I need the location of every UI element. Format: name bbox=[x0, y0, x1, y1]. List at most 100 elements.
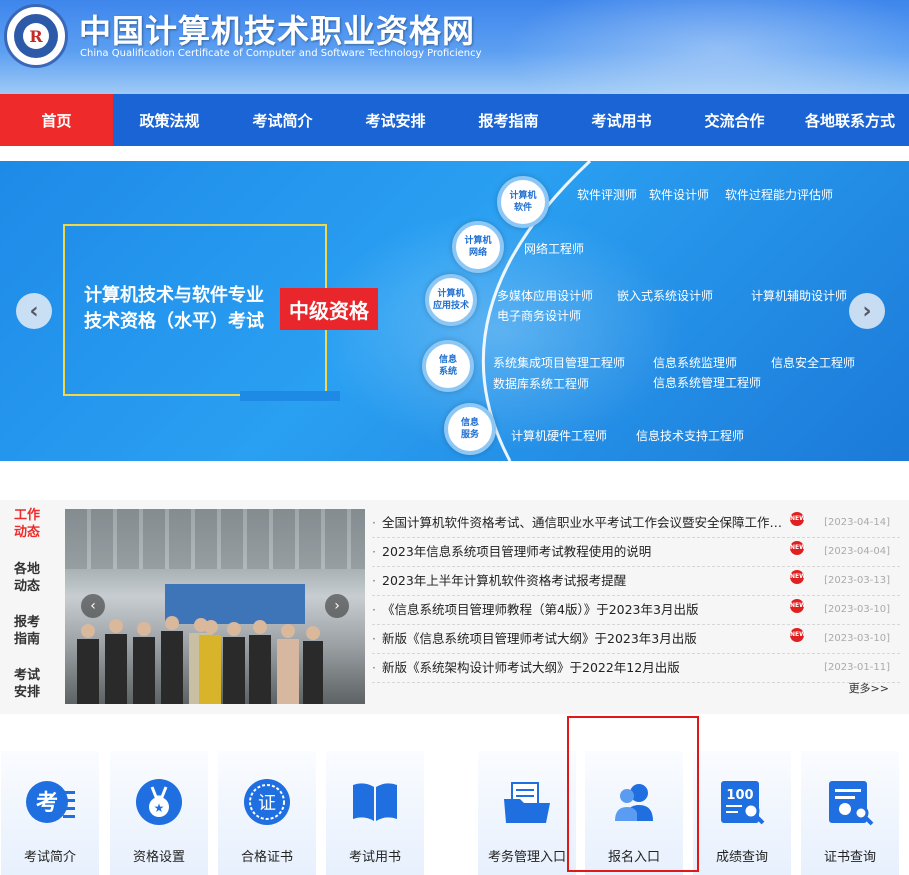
banner-headline: 计算机技术与软件专业 技术资格（水平）考试 bbox=[84, 283, 264, 335]
quick-certificate-query[interactable]: 证书查询 bbox=[801, 751, 899, 875]
node-label: 信息 bbox=[438, 355, 457, 365]
tab-label: 考试 bbox=[14, 668, 41, 683]
news-item[interactable]: · 《信息系统项目管理师教程（第4版）》于2023年3月出版 NEW [2023-03… bbox=[372, 596, 900, 625]
banner-prev-button[interactable]: ‹ bbox=[16, 293, 52, 329]
quick-score-query[interactable]: 100 成绩查询 bbox=[693, 751, 791, 875]
tab-work-news[interactable]: 工作 动态 bbox=[14, 507, 44, 541]
nav-item-exam-intro[interactable]: 考试简介 bbox=[226, 94, 339, 146]
new-badge-icon: NEW bbox=[790, 541, 806, 555]
certificate-search-icon bbox=[829, 781, 874, 826]
book-icon bbox=[353, 783, 397, 821]
job-link[interactable]: 信息系统监理师 bbox=[653, 354, 737, 371]
news-title[interactable]: 《信息系统项目管理师教程（第4版）》于2023年3月出版 bbox=[382, 596, 787, 624]
job-link[interactable]: 系统集成项目管理工程师 bbox=[493, 354, 625, 371]
job-link[interactable]: 软件过程能力评估师 bbox=[725, 186, 833, 203]
registration-highlight-box bbox=[567, 716, 699, 872]
site-logo[interactable]: R bbox=[4, 4, 68, 68]
quick-label: 考务管理入口 bbox=[487, 850, 566, 865]
tab-apply-guide[interactable]: 报考 指南 bbox=[14, 614, 44, 648]
bullet: · bbox=[372, 660, 376, 675]
bullet: · bbox=[372, 544, 376, 559]
news-date: [2023-03-10] bbox=[824, 604, 890, 615]
news-title[interactable]: 全国计算机软件资格考试、通信职业水平考试工作会议暨安全保障工作会在... bbox=[382, 509, 787, 537]
svg-text:考: 考 bbox=[36, 791, 58, 816]
site-subtitle: China Qualification Certificate of Compu… bbox=[80, 48, 482, 59]
photo-group-people bbox=[77, 616, 323, 704]
logo-letter: R bbox=[23, 23, 49, 49]
nav-item-apply-guide[interactable]: 报考指南 bbox=[452, 94, 565, 146]
photo-prev-button[interactable]: ‹ bbox=[81, 594, 105, 618]
main-nav: 首页 政策法规 考试简介 考试安排 报考指南 考试用书 交流合作 各地联系方式 bbox=[0, 94, 909, 146]
job-link[interactable]: 多媒体应用设计师 bbox=[497, 287, 593, 304]
nav-item-exam-schedule[interactable]: 考试安排 bbox=[339, 94, 452, 146]
job-link[interactable]: 信息技术支持工程师 bbox=[636, 427, 744, 444]
job-link[interactable]: 电子商务设计师 bbox=[497, 307, 581, 324]
quick-label: 考试简介 bbox=[23, 850, 76, 865]
job-link[interactable]: 嵌入式系统设计师 bbox=[617, 287, 713, 304]
banner-frame-gap bbox=[240, 391, 340, 401]
job-link[interactable]: 软件设计师 bbox=[649, 186, 709, 203]
nav-item-exam-books[interactable]: 考试用书 bbox=[565, 94, 678, 146]
tab-label: 报考 bbox=[14, 615, 41, 630]
job-link[interactable]: 数据库系统工程师 bbox=[493, 375, 589, 392]
photo-next-button[interactable]: › bbox=[325, 594, 349, 618]
nav-item-policy[interactable]: 政策法规 bbox=[113, 94, 226, 146]
node-label: 应用技术 bbox=[432, 301, 469, 311]
nav-item-cooperation[interactable]: 交流合作 bbox=[678, 94, 791, 146]
more-link[interactable]: 更多>> bbox=[849, 680, 889, 696]
node-label: 计算机 bbox=[464, 236, 492, 246]
news-date: [2023-04-14] bbox=[824, 517, 890, 528]
tab-label: 安排 bbox=[14, 685, 41, 700]
job-link[interactable]: 计算机辅助设计师 bbox=[751, 287, 847, 304]
nav-item-contacts[interactable]: 各地联系方式 bbox=[791, 94, 909, 146]
news-title[interactable]: 新版《系统架构设计师考试大纲》于2022年12月出版 bbox=[382, 654, 787, 682]
bullet: · bbox=[372, 631, 376, 646]
news-item[interactable]: · 2023年上半年计算机软件资格考试报考提醒 NEW [2023-03-13] bbox=[372, 567, 900, 596]
node-information-service[interactable]: 信息 服务 bbox=[444, 403, 496, 455]
news-section: 工作 动态 各地 动态 报考 指南 考试 安排 ‹ › · 全国计算机软件资格考… bbox=[0, 500, 909, 714]
quick-qualification[interactable]: ★ 资格设置 bbox=[110, 751, 208, 875]
node-computer-application[interactable]: 计算机 应用技术 bbox=[425, 274, 477, 326]
tab-exam-schedule[interactable]: 考试 安排 bbox=[14, 667, 44, 701]
bullet: · bbox=[372, 602, 376, 617]
news-item[interactable]: · 2023年信息系统项目管理师考试教程使用的说明 NEW [2023-04-04] bbox=[372, 538, 900, 567]
news-item[interactable]: · 全国计算机软件资格考试、通信职业水平考试工作会议暨安全保障工作会在... NEW… bbox=[372, 509, 900, 538]
job-link[interactable]: 计算机硬件工程师 bbox=[511, 427, 607, 444]
site-header: R 中国计算机技术职业资格网 China Qualification Certi… bbox=[0, 0, 909, 94]
job-link[interactable]: 信息系统管理工程师 bbox=[653, 374, 761, 391]
node-information-system[interactable]: 信息 系统 bbox=[422, 340, 474, 392]
new-badge-icon: NEW bbox=[790, 570, 806, 584]
quick-exam-admin[interactable]: 考务管理入口 bbox=[478, 751, 576, 875]
news-title[interactable]: 新版《信息系统项目管理师考试大纲》于2023年3月出版 bbox=[382, 625, 787, 653]
node-label: 网络 bbox=[468, 248, 487, 258]
quick-exam-intro[interactable]: 考 考试简介 bbox=[1, 751, 99, 875]
news-title[interactable]: 2023年信息系统项目管理师考试教程使用的说明 bbox=[382, 538, 787, 566]
bullet: · bbox=[372, 515, 376, 530]
job-link[interactable]: 信息安全工程师 bbox=[771, 354, 855, 371]
node-computer-software[interactable]: 计算机 软件 bbox=[497, 176, 549, 228]
bullet: · bbox=[372, 573, 376, 588]
quick-certificate[interactable]: 证 合格证书 bbox=[218, 751, 316, 875]
news-item[interactable]: · 新版《信息系统项目管理师考试大纲》于2023年3月出版 NEW [2023-03-… bbox=[372, 625, 900, 654]
exam-intro-icon: 考 bbox=[26, 781, 75, 823]
node-label: 计算机 bbox=[509, 191, 537, 201]
quick-label: 合格证书 bbox=[240, 850, 293, 865]
job-link[interactable]: 网络工程师 bbox=[524, 240, 584, 257]
quick-label: 考试用书 bbox=[348, 850, 401, 865]
news-item[interactable]: · 新版《系统架构设计师考试大纲》于2022年12月出版 [2023-01-11] bbox=[372, 654, 900, 683]
tab-label: 指南 bbox=[14, 632, 41, 647]
news-title[interactable]: 2023年上半年计算机软件资格考试报考提醒 bbox=[382, 567, 787, 595]
job-link[interactable]: 软件评测师 bbox=[577, 186, 637, 203]
logo-emblem: R bbox=[14, 14, 58, 58]
tab-local-news[interactable]: 各地 动态 bbox=[14, 561, 44, 595]
news-photo-carousel[interactable]: ‹ › bbox=[65, 509, 365, 704]
node-computer-network[interactable]: 计算机 网络 bbox=[452, 221, 504, 273]
nav-item-home[interactable]: 首页 bbox=[0, 94, 113, 146]
banner-next-button[interactable]: › bbox=[849, 293, 885, 329]
banner-headline-line1: 计算机技术与软件专业 bbox=[84, 285, 264, 306]
quick-label: 资格设置 bbox=[132, 850, 185, 865]
banner-level-badge: 中级资格 bbox=[280, 288, 378, 330]
quick-exam-books[interactable]: 考试用书 bbox=[326, 751, 424, 875]
quick-links: 考 考试简介 ★ 资格设置 证 合格证书 考试用书 考务管理入口 报名入口 10… bbox=[0, 751, 909, 875]
hero-banner[interactable]: 计算机技术与软件专业 技术资格（水平）考试 中级资格 计算机 软件 计算机网络 计… bbox=[0, 161, 909, 461]
